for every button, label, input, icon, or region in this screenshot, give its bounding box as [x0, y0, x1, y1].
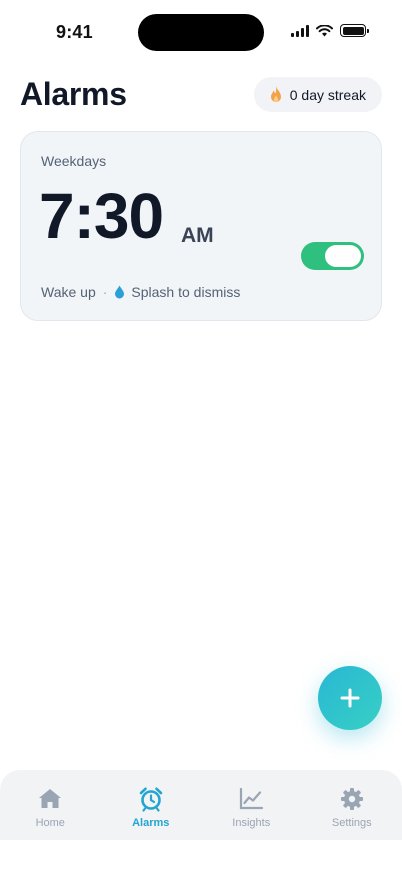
status-icons — [291, 24, 369, 37]
home-icon — [39, 789, 62, 808]
tab-insights[interactable]: Insights — [201, 770, 302, 840]
tab-home[interactable]: Home — [0, 770, 101, 840]
tab-label: Alarms — [132, 817, 170, 829]
add-alarm-button[interactable] — [318, 666, 382, 730]
flame-icon — [270, 85, 281, 102]
meta-separator: · — [102, 284, 108, 300]
alarm-time: 7:30 — [39, 180, 164, 252]
alarm-card[interactable]: Weekdays 7:30 AM Wake up · Splash to dis… — [20, 131, 382, 321]
alarm-clock-icon — [139, 787, 163, 812]
tab-alarms[interactable]: Alarms — [101, 770, 202, 840]
tab-settings[interactable]: Settings — [302, 770, 402, 840]
tab-label: Home — [35, 817, 65, 829]
status-time: 9:41 — [56, 22, 93, 42]
wifi-icon — [316, 24, 333, 36]
tab-label: Insights — [232, 817, 271, 829]
cellular-signal-icon — [291, 24, 309, 37]
page-title: Alarms — [20, 76, 127, 112]
gear-icon — [340, 788, 363, 810]
streak-label: 0 day streak — [289, 86, 366, 103]
plus-icon — [340, 688, 360, 708]
toggle-knob — [325, 245, 361, 267]
alarm-days: Weekdays — [41, 153, 107, 169]
status-bar: 9:41 — [0, 0, 402, 64]
streak-badge[interactable]: 0 day streak — [253, 77, 382, 112]
alarm-ampm: AM — [181, 224, 214, 247]
alarm-meta: Wake up · Splash to dismiss — [41, 284, 240, 300]
dynamic-island — [138, 14, 264, 51]
dismiss-method: Splash to dismiss — [131, 284, 241, 300]
chart-icon — [240, 787, 264, 810]
tab-bar: Home Alarms Insights Settings — [0, 770, 402, 840]
battery-icon — [340, 24, 369, 37]
alarm-label: Wake up — [41, 284, 96, 300]
tab-label: Settings — [331, 817, 372, 829]
alarm-toggle[interactable] — [301, 242, 364, 270]
water-drop-icon — [115, 285, 125, 299]
